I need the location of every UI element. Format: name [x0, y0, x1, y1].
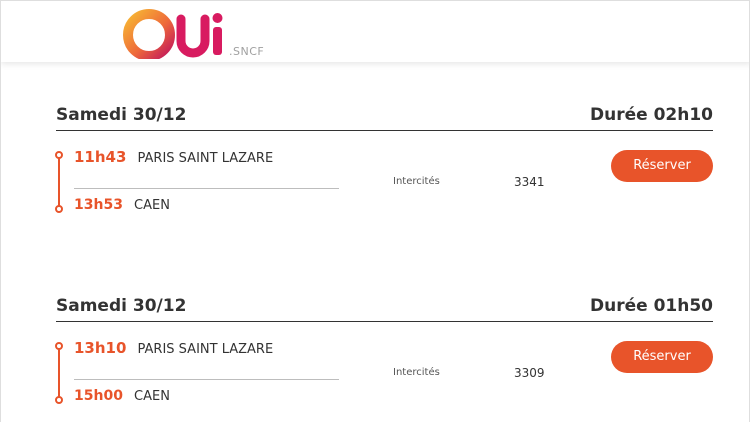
arrival-stop: 13h53 CAEN [74, 194, 170, 213]
arrival-station: CAEN [134, 198, 170, 213]
oui-sncf-logo[interactable]: .SNCF [119, 5, 279, 59]
header: .SNCF [1, 0, 749, 62]
journey-details: 13h10 PARIS SAINT LAZARE 15h00 CAEN Inte… [55, 322, 713, 422]
arrival-time: 15h00 [74, 388, 123, 404]
arrival-dot-icon [55, 205, 63, 213]
book-button[interactable]: Réserver [611, 150, 713, 182]
train-number: 3309 [514, 366, 545, 380]
journey-card: Samedi 30/12 Durée 01h50 13h10 PARIS SAI… [55, 292, 713, 422]
arrival-time: 13h53 [74, 197, 123, 213]
book-button[interactable]: Réserver [611, 341, 713, 373]
route-line [58, 349, 60, 397]
divider [74, 188, 339, 189]
journey-header: Samedi 30/12 Durée 01h50 [56, 292, 713, 322]
journey-header: Samedi 30/12 Durée 02h10 [56, 101, 713, 131]
train-type: Intercités [393, 176, 440, 187]
route-timeline [55, 151, 63, 213]
train-type: Intercités [393, 367, 440, 378]
route-line [58, 158, 60, 206]
arrival-stop: 15h00 CAEN [74, 385, 170, 404]
journey-date: Samedi 30/12 [56, 105, 187, 125]
arrival-dot-icon [55, 396, 63, 404]
departure-stop: 13h10 PARIS SAINT LAZARE [74, 338, 273, 357]
train-number: 3341 [514, 175, 545, 189]
logo-suffix: .SNCF [229, 45, 265, 58]
departure-station: PARIS SAINT LAZARE [137, 151, 274, 166]
arrival-station: CAEN [134, 389, 170, 404]
departure-stop: 11h43 PARIS SAINT LAZARE [74, 147, 273, 166]
journey-date: Samedi 30/12 [56, 296, 187, 316]
departure-station: PARIS SAINT LAZARE [137, 342, 274, 357]
divider [74, 379, 339, 380]
journey-details: 11h43 PARIS SAINT LAZARE 13h53 CAEN Inte… [55, 131, 713, 231]
route-timeline [55, 342, 63, 404]
journey-duration: Durée 02h10 [590, 105, 713, 125]
journey-card: Samedi 30/12 Durée 02h10 11h43 PARIS SAI… [55, 101, 713, 231]
page: .SNCF Samedi 30/12 Durée 02h10 11h43 PAR… [0, 0, 750, 422]
departure-time: 11h43 [74, 148, 127, 166]
departure-time: 13h10 [74, 339, 127, 357]
journey-duration: Durée 01h50 [590, 296, 713, 316]
